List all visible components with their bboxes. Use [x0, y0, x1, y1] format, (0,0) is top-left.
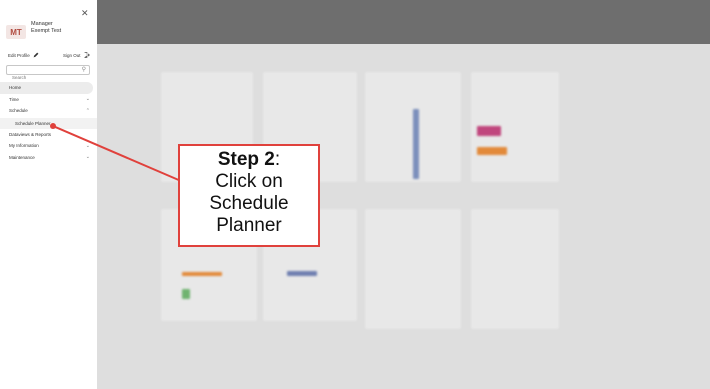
callout-pointer: [50, 123, 182, 182]
callout-line3: Planner: [216, 215, 282, 236]
callout-line1: Click on: [215, 171, 283, 192]
callout-step: Step 2: [217, 149, 275, 170]
step-callout: Step 2: Click on Schedule Planner: [178, 144, 320, 247]
callout-line2: Schedule: [209, 193, 289, 214]
